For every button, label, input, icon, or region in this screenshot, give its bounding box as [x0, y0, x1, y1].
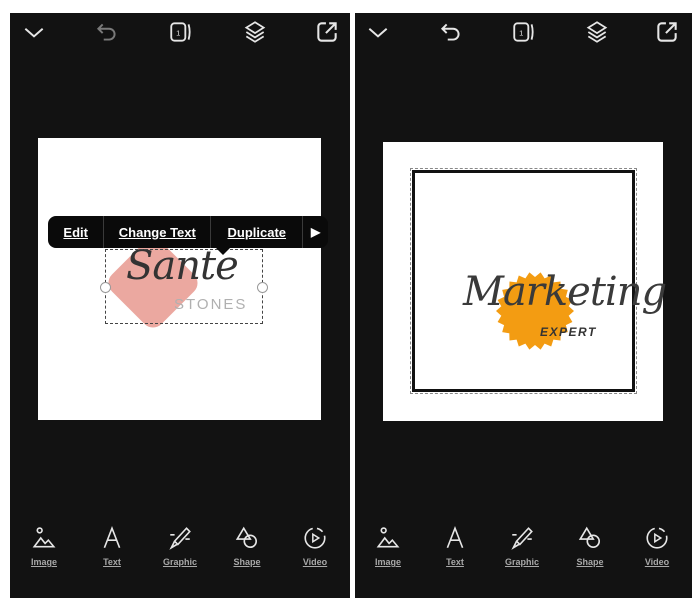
tool-label: Graphic	[504, 557, 539, 567]
collapse-button[interactable]	[365, 19, 391, 45]
video-play-icon	[304, 527, 326, 549]
tool-text[interactable]: Text	[82, 525, 142, 567]
more-options-button[interactable]: ▶	[303, 216, 328, 248]
graphic-brush-icon	[511, 527, 533, 550]
logo-subtitle-text[interactable]: EXPERT	[540, 325, 597, 339]
bottom-toolbar: Image Text Graphic Shape Video	[355, 525, 692, 585]
tool-image[interactable]: Image	[358, 525, 418, 567]
export-button[interactable]	[314, 19, 340, 45]
export-icon	[657, 22, 677, 42]
undo-button[interactable]	[438, 19, 464, 45]
export-button[interactable]	[654, 19, 680, 45]
pages-button[interactable]: 1	[511, 19, 537, 45]
resize-handle-right[interactable]	[257, 282, 268, 293]
text-icon	[446, 526, 464, 549]
graphic-brush-icon	[169, 527, 191, 550]
edit-button[interactable]: Edit	[48, 216, 105, 248]
undo-icon	[96, 23, 116, 41]
tool-graphic[interactable]: Graphic	[150, 525, 210, 567]
tool-shape[interactable]: Shape	[560, 525, 620, 567]
change-text-button[interactable]: Change Text	[104, 216, 212, 248]
context-menu: Edit Change Text Duplicate ▶	[48, 216, 328, 255]
svg-text:1: 1	[519, 28, 523, 37]
tool-label: Shape	[233, 557, 261, 567]
design-canvas[interactable]: Marketing EXPERT	[383, 142, 667, 421]
tool-graphic[interactable]: Graphic	[492, 525, 552, 567]
tool-image[interactable]: Image	[14, 525, 74, 567]
popup-caret	[216, 248, 230, 255]
pages-icon: 1	[170, 22, 191, 42]
design-canvas[interactable]: Sante STONES Edit Change Text Duplicate …	[38, 138, 328, 420]
svg-text:1: 1	[176, 28, 180, 37]
undo-icon	[440, 23, 460, 41]
image-icon	[32, 527, 56, 548]
pages-icon: 1	[513, 22, 534, 42]
layers-icon	[586, 21, 608, 43]
bottom-toolbar: Image Text Graphic Shape Video	[10, 525, 350, 585]
shape-icon	[235, 526, 258, 549]
tool-text[interactable]: Text	[425, 525, 485, 567]
editor-screen-left: 1 Sante STONES Edit Change Text Duplicat…	[10, 13, 350, 598]
duplicate-button[interactable]: Duplicate	[211, 216, 304, 248]
collapse-button[interactable]	[21, 19, 47, 45]
tool-video[interactable]: Video	[627, 525, 687, 567]
tool-label: Image	[30, 557, 57, 567]
top-toolbar: 1	[355, 13, 692, 53]
tool-video[interactable]: Video	[285, 525, 345, 567]
resize-handle-left[interactable]	[100, 282, 111, 293]
undo-button[interactable]	[94, 19, 120, 45]
video-play-icon	[646, 527, 668, 549]
tool-label: Text	[103, 557, 121, 567]
tool-shape[interactable]: Shape	[217, 525, 277, 567]
tool-label: Video	[644, 557, 670, 567]
tool-label: Shape	[576, 557, 604, 567]
selected-frame[interactable]: Marketing EXPERT	[410, 168, 667, 394]
pages-button[interactable]: 1	[168, 19, 194, 45]
logo-script-text[interactable]: Marketing	[463, 269, 667, 315]
tool-label: Video	[302, 557, 328, 567]
tool-label: Text	[446, 557, 464, 567]
layers-icon	[244, 21, 266, 43]
selection-box[interactable]	[100, 249, 268, 324]
layers-button[interactable]	[584, 19, 610, 45]
image-icon	[376, 527, 400, 548]
shape-icon	[578, 526, 601, 549]
tool-label: Graphic	[162, 557, 197, 567]
tool-label: Image	[374, 557, 401, 567]
chevron-down-icon	[368, 28, 388, 38]
chevron-down-icon	[24, 28, 44, 38]
export-icon	[317, 22, 337, 42]
top-toolbar: 1	[10, 13, 350, 53]
editor-screen-right: 1 Marketing EXPERT Image Text Graphic Sh…	[355, 13, 692, 598]
text-icon	[103, 526, 121, 549]
layers-button[interactable]	[242, 19, 268, 45]
